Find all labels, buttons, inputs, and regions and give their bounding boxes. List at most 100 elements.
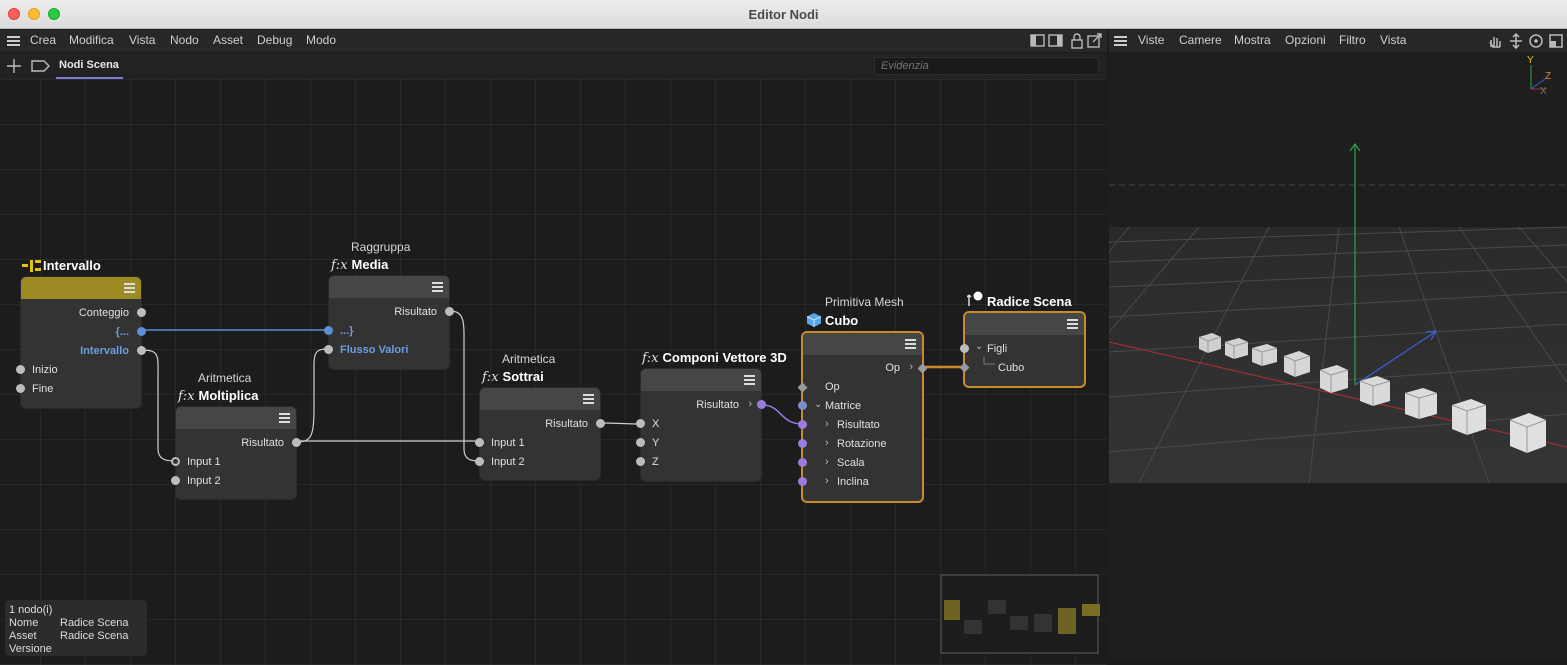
hamburger-menu-icon[interactable] bbox=[1114, 36, 1127, 46]
node-header[interactable] bbox=[803, 333, 922, 355]
minimap[interactable] bbox=[940, 574, 1100, 654]
port-risultato[interactable] bbox=[798, 420, 807, 429]
port-label-op-out: Op bbox=[885, 362, 900, 374]
orbit-icon[interactable] bbox=[1529, 34, 1543, 48]
port-scala[interactable] bbox=[798, 458, 807, 467]
cube-node-title: Cubo bbox=[825, 313, 859, 328]
cube-icon bbox=[806, 313, 822, 327]
chevron-right-icon[interactable]: › bbox=[825, 475, 829, 487]
port-input-2[interactable] bbox=[475, 457, 484, 466]
port-fine[interactable] bbox=[16, 384, 25, 393]
tab-label: Nodi Scena bbox=[59, 59, 119, 71]
chevron-down-icon[interactable]: ⌄ bbox=[814, 399, 822, 410]
port-input-2[interactable] bbox=[171, 476, 180, 485]
menu-asset[interactable]: Asset bbox=[213, 33, 243, 47]
port-label-matrice: Matrice bbox=[825, 400, 862, 412]
port-inizio[interactable] bbox=[16, 365, 25, 374]
node-sottrai[interactable]: Risultato Input 1 Input 2 bbox=[475, 387, 605, 481]
port-conteggio[interactable] bbox=[137, 308, 146, 317]
port-matrice[interactable] bbox=[798, 401, 807, 410]
viewport-menu-opzioni[interactable]: Opzioni bbox=[1285, 33, 1326, 47]
port-input-1[interactable] bbox=[171, 457, 180, 466]
node-menu-icon[interactable] bbox=[432, 282, 443, 292]
pan-hand-icon[interactable] bbox=[1489, 37, 1501, 48]
port-label-input-1: Input 1 bbox=[491, 437, 525, 449]
node-menu-icon[interactable] bbox=[279, 413, 290, 423]
port-y[interactable] bbox=[636, 438, 645, 447]
hamburger-menu-icon[interactable] bbox=[7, 36, 20, 46]
port-rotazione[interactable] bbox=[798, 439, 807, 448]
node-menu-icon[interactable] bbox=[905, 339, 916, 349]
port-group-open[interactable] bbox=[137, 327, 146, 336]
tab-bar: Nodi Scena bbox=[0, 53, 1107, 79]
node-media[interactable]: Risultato ...} Flusso Valori bbox=[324, 275, 454, 370]
editor-toolbar-icons bbox=[1030, 33, 1102, 49]
node-header[interactable] bbox=[480, 388, 600, 410]
port-figli[interactable] bbox=[960, 344, 969, 353]
minimap-node bbox=[1034, 614, 1052, 632]
tab-nodi-scena[interactable]: Nodi Scena bbox=[56, 58, 123, 79]
menu-nodo[interactable]: Nodo bbox=[170, 33, 199, 47]
port-label-op-in: Op bbox=[825, 381, 840, 393]
multiply-node-title: f:x Moltiplica bbox=[178, 388, 259, 404]
chevron-right-icon[interactable]: › bbox=[825, 456, 829, 468]
port-label-risultato: Risultato bbox=[696, 399, 739, 411]
node-menu-icon[interactable] bbox=[1067, 319, 1078, 329]
menu-modo[interactable]: Modo bbox=[306, 33, 336, 47]
3d-viewport[interactable]: Y Z X bbox=[1109, 52, 1567, 659]
port-label-inclina: Inclina bbox=[837, 476, 869, 488]
port-flusso-valori[interactable] bbox=[324, 345, 333, 354]
add-icon[interactable] bbox=[7, 59, 21, 73]
node-componi-vettore-3d[interactable]: Risultato › X Y Z bbox=[636, 368, 766, 482]
port-risultato[interactable] bbox=[292, 438, 301, 447]
port-risultato[interactable] bbox=[757, 400, 766, 409]
node-menu-icon[interactable] bbox=[124, 283, 135, 293]
external-link-icon[interactable] bbox=[1087, 33, 1102, 48]
node-header[interactable] bbox=[329, 276, 449, 298]
node-menu-icon[interactable] bbox=[583, 394, 594, 404]
port-group-close[interactable] bbox=[324, 326, 333, 335]
node-header[interactable] bbox=[21, 277, 141, 299]
node-header[interactable] bbox=[176, 407, 296, 429]
viewport-menu-vista[interactable]: Vista bbox=[1380, 33, 1406, 47]
minimap-node bbox=[964, 620, 982, 634]
node-moltiplica[interactable]: Risultato Input 1 Input 2 bbox=[171, 406, 301, 500]
tree-branch-icon bbox=[983, 357, 995, 365]
highlight-search-input[interactable] bbox=[874, 57, 1099, 75]
minimap-node bbox=[1058, 608, 1076, 634]
node-canvas[interactable]: Intervallo Conteggio {... Intervallo Ini… bbox=[0, 79, 1107, 665]
port-risultato[interactable] bbox=[596, 419, 605, 428]
maximize-viewport-icon[interactable] bbox=[1549, 34, 1563, 48]
menu-debug[interactable]: Debug bbox=[257, 33, 292, 47]
node-header[interactable] bbox=[641, 369, 761, 391]
port-input-1[interactable] bbox=[475, 438, 484, 447]
minimap-node bbox=[1010, 616, 1028, 630]
chevron-right-icon[interactable]: › bbox=[825, 437, 829, 449]
dolly-icon[interactable] bbox=[1510, 33, 1522, 49]
port-intervallo-out[interactable] bbox=[137, 346, 146, 355]
chevron-right-icon[interactable]: › bbox=[825, 418, 829, 430]
viewport-menu-camere[interactable]: Camere bbox=[1179, 33, 1222, 47]
port-risultato[interactable] bbox=[445, 307, 454, 316]
port-z[interactable] bbox=[636, 457, 645, 466]
menu-modifica[interactable]: Modifica bbox=[69, 33, 114, 47]
node-intervallo[interactable]: Conteggio {... Intervallo Inizio Fine bbox=[16, 276, 146, 409]
menu-crea[interactable]: Crea bbox=[30, 33, 56, 47]
node-cubo[interactable]: Op › Op ⌄ Matrice › Risultato › Rotazion… bbox=[797, 331, 928, 503]
tag-icon[interactable] bbox=[31, 60, 50, 72]
viewport-menu-mostra[interactable]: Mostra bbox=[1234, 33, 1271, 47]
panel-right-icon[interactable] bbox=[1048, 34, 1063, 47]
menu-vista[interactable]: Vista bbox=[129, 33, 155, 47]
node-radice-scena[interactable]: ⌄ Figli Cubo bbox=[959, 311, 1086, 388]
chevron-down-icon[interactable]: ⌄ bbox=[975, 341, 983, 352]
node-header[interactable] bbox=[965, 313, 1084, 335]
panel-left-icon[interactable] bbox=[1030, 34, 1045, 47]
lock-icon[interactable] bbox=[1071, 33, 1083, 49]
port-label-rotazione: Rotazione bbox=[837, 438, 887, 450]
viewport-menu-viste[interactable]: Viste bbox=[1138, 33, 1164, 47]
node-menu-icon[interactable] bbox=[744, 375, 755, 385]
gizmo-y-label: Y bbox=[1527, 55, 1534, 66]
viewport-menu-filtro[interactable]: Filtro bbox=[1339, 33, 1366, 47]
port-x[interactable] bbox=[636, 419, 645, 428]
port-inclina[interactable] bbox=[798, 477, 807, 486]
